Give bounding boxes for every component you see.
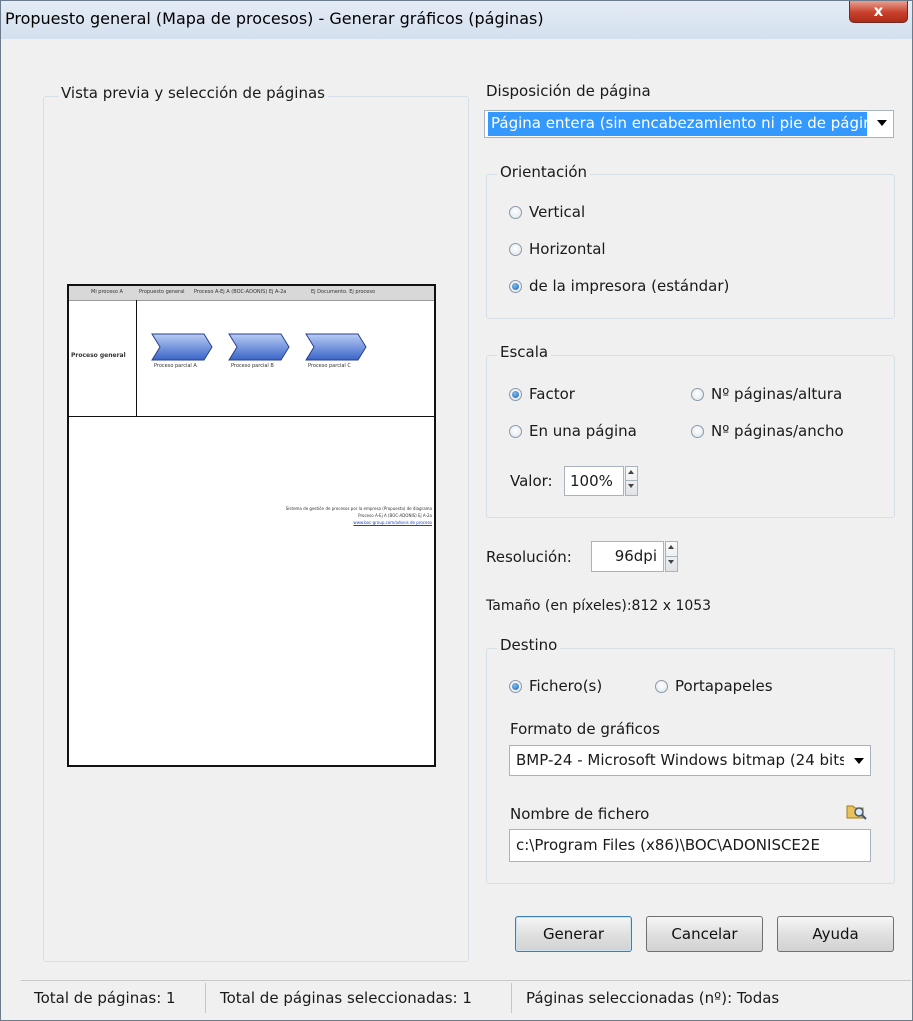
generate-label: Generar bbox=[542, 925, 605, 943]
browse-folder-icon[interactable] bbox=[846, 801, 868, 821]
spin-down-icon[interactable] bbox=[666, 557, 677, 572]
radio-label: Fichero(s) bbox=[529, 677, 603, 695]
preview-row-divider bbox=[136, 300, 137, 416]
filename-label: Nombre de fichero bbox=[510, 805, 650, 823]
resolution-label: Resolución: bbox=[486, 548, 572, 566]
destination-legend: Destino bbox=[497, 636, 561, 654]
orientation-legend: Orientación bbox=[497, 163, 591, 181]
status-bar: Total de páginas: 1 Total de páginas sel… bbox=[21, 980, 911, 1017]
preview-footer-line: www.boc-group.com/adonis de proceso bbox=[353, 520, 432, 525]
window-title: Propuesto general (Mapa de procesos) - G… bbox=[5, 9, 544, 28]
radio-icon bbox=[691, 424, 704, 438]
preview-footer-line: Sistema de gestión de procesos por la em… bbox=[285, 506, 432, 511]
close-button[interactable]: x bbox=[849, 1, 908, 23]
format-selected: BMP-24 - Microsoft Windows bitmap (24 bi… bbox=[516, 751, 844, 769]
preview-tab: Proceso A-Ej A (BOC-ADONIS) Ej A-2a bbox=[194, 289, 287, 295]
scale-value-input[interactable]: 100% bbox=[564, 466, 624, 496]
scale-pages-width-radio[interactable]: Nº páginas/ancho bbox=[691, 422, 844, 440]
scale-pages-height-radio[interactable]: Nº páginas/altura bbox=[691, 385, 842, 403]
preview-tab-strip: Mi proceso A Propuesto general Proceso A… bbox=[69, 286, 434, 301]
title-bar[interactable]: Propuesto general (Mapa de procesos) - G… bbox=[1, 1, 912, 39]
scale-factor-radio[interactable]: Factor bbox=[509, 385, 575, 403]
preview-legend: Vista previa y selección de páginas bbox=[58, 84, 328, 102]
preview-footer-line: Proceso A-Ej A (BOC-ADONIS) Ej A-2a bbox=[358, 513, 432, 518]
orientation-horizontal-radio[interactable]: Horizontal bbox=[509, 240, 606, 258]
scale-legend: Escala bbox=[497, 343, 552, 361]
preview-process-shape bbox=[228, 333, 290, 361]
preview-shape-label: Proceso parcial C bbox=[308, 363, 351, 369]
radio-label: Portapapeles bbox=[675, 677, 773, 695]
resolution-spinner[interactable] bbox=[665, 541, 678, 572]
page-layout-label: Disposición de página bbox=[486, 82, 651, 100]
help-label: Ayuda bbox=[812, 925, 859, 943]
radio-label: Nº páginas/altura bbox=[711, 385, 843, 403]
preview-tab: Mi proceso A bbox=[91, 289, 123, 295]
pixel-size-text: Tamaño (en píxeles):812 x 1053 bbox=[486, 598, 712, 614]
spin-down-icon[interactable] bbox=[626, 481, 637, 495]
radio-icon bbox=[691, 387, 704, 401]
radio-label: Factor bbox=[529, 385, 575, 403]
radio-checked-icon bbox=[509, 279, 522, 293]
preview-process-shape bbox=[305, 333, 367, 361]
status-total-pages: Total de páginas: 1 bbox=[34, 989, 176, 1007]
radio-label: En una página bbox=[529, 422, 637, 440]
radio-checked-icon bbox=[509, 679, 522, 693]
radio-label: Nº páginas/ancho bbox=[711, 422, 844, 440]
filename-input[interactable]: c:\Program Files (x86)\BOC\ADONISCE2E bbox=[509, 829, 871, 862]
radio-icon bbox=[509, 205, 522, 219]
orientation-vertical-radio[interactable]: Vertical bbox=[509, 203, 585, 221]
chevron-down-icon[interactable] bbox=[854, 758, 864, 764]
help-button[interactable]: Ayuda bbox=[777, 916, 894, 952]
preview-row-label: Proceso general bbox=[71, 352, 126, 359]
scale-value-spinner[interactable] bbox=[625, 466, 638, 496]
status-divider bbox=[511, 983, 512, 1013]
close-icon: x bbox=[873, 2, 884, 20]
radio-label: Horizontal bbox=[529, 240, 606, 258]
orientation-printer-radio[interactable]: de la impresora (estándar) bbox=[509, 277, 729, 295]
scale-one-page-radio[interactable]: En una página bbox=[509, 422, 637, 440]
radio-icon bbox=[509, 242, 522, 256]
format-label: Formato de gráficos bbox=[510, 720, 660, 738]
destination-file-radio[interactable]: Fichero(s) bbox=[509, 677, 602, 695]
cancel-button[interactable]: Cancelar bbox=[646, 916, 763, 952]
radio-icon bbox=[509, 424, 522, 438]
format-dropdown[interactable]: BMP-24 - Microsoft Windows bitmap (24 bi… bbox=[509, 745, 871, 776]
radio-label: de la impresora (estándar) bbox=[529, 277, 730, 295]
spin-up-icon[interactable] bbox=[626, 467, 637, 481]
resolution-input[interactable]: 96dpi bbox=[591, 541, 664, 572]
page-layout-selected: Página entera (sin encabezamiento ni pie… bbox=[488, 112, 867, 136]
scale-value-label: Valor: bbox=[510, 472, 553, 490]
preview-shape-label: Proceso parcial B bbox=[231, 363, 274, 369]
page-preview[interactable]: Mi proceso A Propuesto general Proceso A… bbox=[67, 284, 436, 767]
preview-shape-label: Proceso parcial A bbox=[154, 363, 197, 369]
status-selected-pages: Total de páginas seleccionadas: 1 bbox=[220, 989, 472, 1007]
dialog-window: Propuesto general (Mapa de procesos) - G… bbox=[0, 0, 913, 1021]
status-selected-list: Páginas seleccionadas (nº): Todas bbox=[526, 989, 780, 1007]
generate-button[interactable]: Generar bbox=[515, 916, 632, 952]
page-layout-dropdown[interactable]: Página entera (sin encabezamiento ni pie… bbox=[484, 110, 894, 138]
status-divider bbox=[205, 983, 206, 1013]
preview-tab: Propuesto general bbox=[139, 289, 185, 295]
destination-clipboard-radio[interactable]: Portapapeles bbox=[655, 677, 773, 695]
spin-up-icon[interactable] bbox=[666, 542, 677, 557]
preview-tab: Ej Documento. Ej proceso bbox=[311, 289, 375, 295]
preview-section-divider bbox=[69, 416, 434, 417]
chevron-down-icon[interactable] bbox=[877, 120, 887, 126]
cancel-label: Cancelar bbox=[671, 925, 738, 943]
preview-process-shape bbox=[151, 333, 213, 361]
radio-icon bbox=[655, 679, 668, 693]
radio-checked-icon bbox=[509, 387, 522, 401]
radio-label: Vertical bbox=[529, 203, 586, 221]
